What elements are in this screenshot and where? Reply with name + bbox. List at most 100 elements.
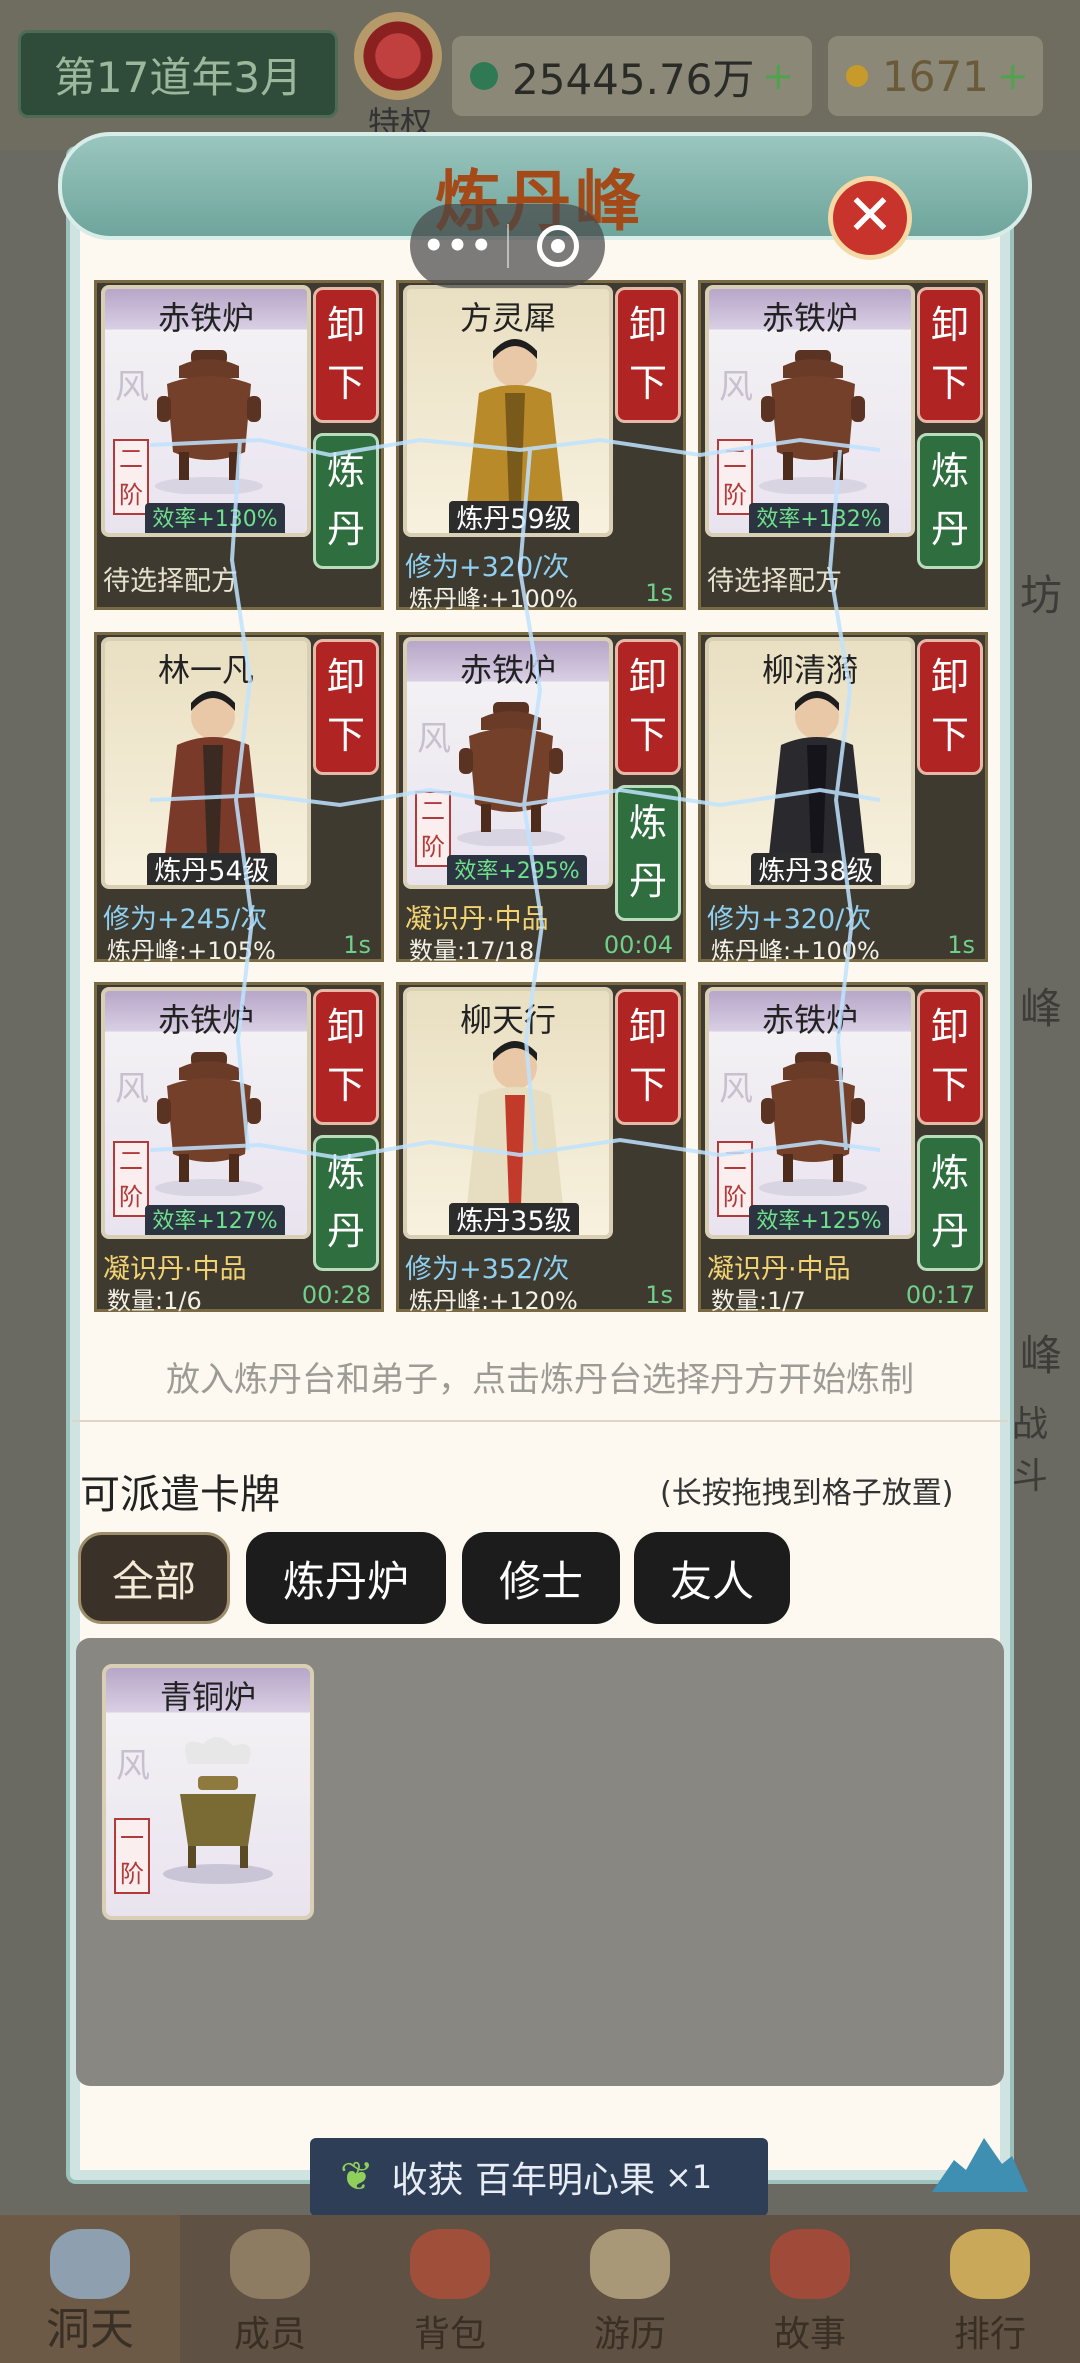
tab-cultivator[interactable]: 修士 [462,1532,620,1624]
alchemy-slot[interactable]: 方灵犀 炼丹59级 卸下 修为+320/次 炼丹峰:+100% 1s [396,280,686,613]
nav-label: 成员 [233,2314,306,2355]
add-gold-button[interactable]: + [997,54,1029,98]
refine-timer: 00:17 [905,1281,975,1309]
disciple-portrait-icon [467,339,563,503]
unload-button[interactable]: 卸下 [615,287,681,423]
deployable-card[interactable]: 青铜炉 风 一阶 [102,1664,314,1920]
deploy-section-title: 可派遣卡牌 [80,1472,280,1518]
harvest-label: 收获 百年明心果 [391,2160,655,2201]
harvest-toast: ❦ 收获 百年明心果 ×1 [310,2138,768,2216]
alchemy-slot[interactable]: 赤铁炉 风 二阶 效率+132% 卸下 炼丹 待选择配方 [698,280,988,610]
disciple-card[interactable]: 林一凡 炼丹54级 [101,637,311,889]
cave-icon [50,2229,130,2299]
unload-button[interactable]: 卸下 [615,989,681,1125]
disciple-card[interactable]: 柳天行 炼丹35级 [403,987,613,1239]
unload-button[interactable]: 卸下 [917,639,983,775]
tab-friend[interactable]: 友人 [634,1532,790,1624]
tier-badge: 一阶 [114,1818,150,1894]
alchemy-slot[interactable]: 柳清漪 炼丹38级 卸下 修为+320/次 炼丹峰:+100% 1s [698,632,988,965]
tier-badge: 二阶 [415,791,451,867]
gold-value: 1671 [882,51,989,101]
refine-button[interactable]: 炼丹 [313,1135,379,1271]
card-name: 赤铁炉 [761,1001,858,1039]
iron-furnace-icon [759,350,867,494]
harvest-amount: ×1 [664,2158,713,2196]
card-name: 赤铁炉 [157,299,254,337]
bg-building-label: 峰 [1020,984,1063,1033]
alchemy-slot[interactable]: 赤铁炉 风 二阶 效率+295% 卸下 炼丹 凝识丹·中品 数量:17/18 00… [396,632,686,965]
disciple-card[interactable]: 方灵犀 炼丹59级 [403,285,613,537]
alchemy-level: 炼丹35级 [449,1203,579,1235]
close-button[interactable]: ✕ [828,176,912,260]
bg-building-label: 峰 [1020,1331,1063,1380]
tab-furnace[interactable]: 炼丹炉 [246,1532,446,1624]
exit-mini-program-icon[interactable] [537,225,579,267]
backpack-icon [410,2229,490,2299]
efficiency-badge: 效率+132% [749,503,889,533]
nav-members[interactable]: 成员 [180,2215,360,2363]
nav-cave[interactable]: 洞天 [0,2215,180,2363]
refine-button[interactable]: 炼丹 [917,1135,983,1271]
iron-furnace-icon [155,350,263,494]
cycle-time: 1s [947,931,975,959]
deploy-section-hint: (长按拖拽到格子放置) [660,1476,954,1511]
alchemy-slot[interactable]: 赤铁炉 风 二阶 效率+127% 卸下 炼丹 凝识丹·中品 数量:1/6 00:2… [94,982,384,1315]
alchemy-level: 炼丹54级 [147,853,277,885]
book-icon [770,2229,850,2299]
wind-mark-icon: 风 [719,1069,753,1109]
date-display: 第17道年3月 [18,30,338,118]
disciple-portrait-icon [769,691,865,855]
pill-count: 数量:1/7 [711,1287,806,1315]
efficiency-badge: 效率+125% [749,1205,889,1235]
alchemy-slot[interactable]: 柳天行 炼丹35级 卸下 修为+352/次 炼丹峰:+120% 1s [396,982,686,1315]
cycle-time: 1s [343,931,371,959]
peak-bonus: 炼丹峰:+100% [409,585,578,613]
nav-backpack[interactable]: 背包 [360,2215,540,2363]
nav-travel[interactable]: 游历 [540,2215,720,2363]
nav-label: 游历 [593,2314,666,2355]
tier-badge: 二阶 [113,1141,149,1217]
unload-button[interactable]: 卸下 [917,287,983,423]
wind-mark-icon: 风 [116,1746,150,1786]
furnace-card[interactable]: 赤铁炉 风 二阶 效率+130% [101,285,311,537]
refine-button[interactable]: 炼丹 [917,433,983,569]
bg-building-label: 战斗 [1012,1404,1049,1497]
alchemy-slot[interactable]: 林一凡 炼丹54级 卸下 修为+245/次 炼丹峰:+105% 1s [94,632,384,965]
capsule-divider [507,224,509,268]
nav-story[interactable]: 故事 [720,2215,900,2363]
furnace-card[interactable]: 赤铁炉 风 二阶 效率+125% [705,987,915,1239]
furnace-card[interactable]: 赤铁炉 风 二阶 效率+295% [403,637,613,889]
unload-button[interactable]: 卸下 [615,639,681,775]
unload-button[interactable]: 卸下 [313,287,379,423]
disciple-card[interactable]: 柳清漪 炼丹38级 [705,637,915,889]
pill-count: 数量:17/18 [409,937,535,965]
efficiency-badge: 效率+127% [145,1205,285,1235]
unload-button[interactable]: 卸下 [313,989,379,1125]
unload-button[interactable]: 卸下 [313,639,379,775]
alchemy-slot[interactable]: 赤铁炉 风 二阶 效率+130% 卸下 炼丹待选择配方 [94,280,384,610]
spirit-stone-counter: 25445.76万 + [452,36,812,116]
refine-button[interactable]: 炼丹 [615,785,681,921]
alchemy-slot[interactable]: 赤铁炉 风 二阶 效率+125% 卸下 炼丹 凝识丹·中品 数量:1/7 00:1… [698,982,988,1315]
slot-status: 待选择配方 [103,566,238,597]
more-menu-button[interactable]: ••• [410,226,507,266]
nav-ranking[interactable]: 排行 [900,2215,1080,2363]
wind-mark-icon: 风 [115,1069,149,1109]
disciple-portrait-icon [165,691,261,855]
instruction-hint: 放入炼丹台和弟子，点击炼丹台选择丹方开始炼制 [166,1360,914,1400]
add-spirit-stone-button[interactable]: + [762,54,794,98]
tier-badge: 二阶 [717,1141,753,1217]
unload-button[interactable]: 卸下 [917,989,983,1125]
refine-button[interactable]: 炼丹 [313,433,379,569]
bottom-nav: 洞天 成员 背包 游历 故事 排行 [0,2215,1080,2363]
privilege-emblem-icon[interactable] [354,12,442,100]
card-name: 青铜炉 [159,1678,256,1716]
nav-label: 排行 [953,2314,1026,2355]
tab-all[interactable]: 全部 [78,1532,230,1624]
refine-timer: 00:04 [603,931,673,959]
card-name: 赤铁炉 [157,1001,254,1039]
peak-bonus: 炼丹峰:+120% [409,1287,578,1315]
wind-mark-icon: 风 [417,719,451,759]
furnace-card[interactable]: 赤铁炉 风 二阶 效率+127% [101,987,311,1239]
furnace-card[interactable]: 赤铁炉 风 二阶 效率+132% [705,285,915,537]
